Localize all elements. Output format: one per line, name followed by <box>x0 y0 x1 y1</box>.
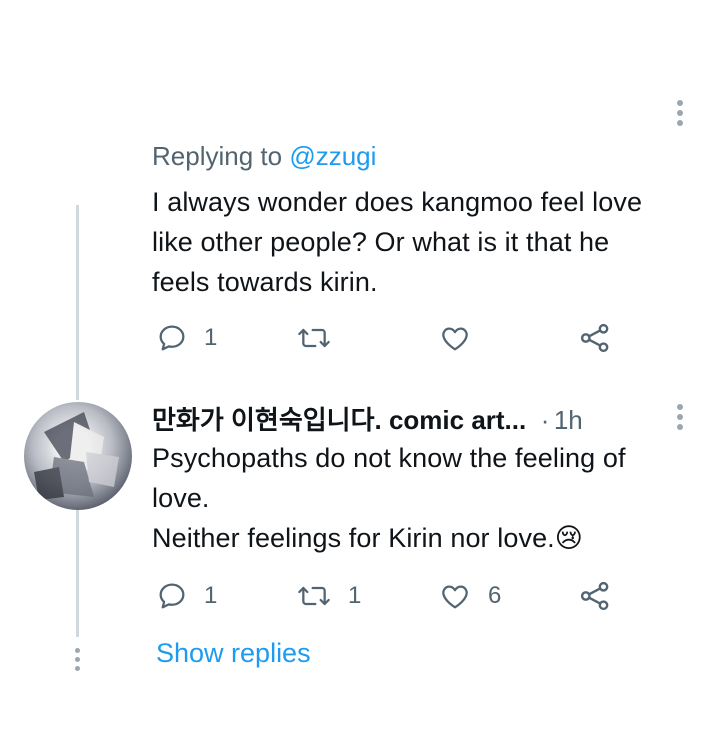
thread-line <box>76 505 79 637</box>
reply-icon <box>156 322 188 354</box>
share-button[interactable] <box>578 574 612 618</box>
tweet-text-line: Psychopaths do not know the feeling of <box>152 443 626 473</box>
retweet-icon <box>296 580 332 612</box>
thread-line <box>76 205 79 400</box>
heart-icon <box>438 580 472 612</box>
tweet-text-span: Neither feelings for Kirin nor love. <box>152 523 555 553</box>
tweet-time[interactable]: 1h <box>554 405 583 435</box>
replying-prefix: Replying to <box>152 141 283 171</box>
tweet-text: I always wonder does kangmoo feel love l… <box>152 182 642 302</box>
tweet-text-line: Neither feelings for Kirin nor love.😢 <box>152 518 626 558</box>
like-button[interactable]: 6 <box>438 574 501 618</box>
avatar-artwork-icon <box>34 412 119 500</box>
heart-icon <box>438 322 472 354</box>
retweet-button[interactable]: 1 <box>296 574 361 618</box>
thread-collapse-dots-icon <box>72 648 82 675</box>
author-name[interactable]: 만화가 이현숙입니다. comic art... <box>152 405 526 435</box>
more-options-icon[interactable] <box>675 100 685 130</box>
like-button[interactable] <box>438 316 488 360</box>
meta-separator: · <box>540 405 550 435</box>
retweet-count: 1 <box>348 582 362 609</box>
show-replies-link[interactable]: Show replies <box>156 638 311 669</box>
more-options-icon[interactable] <box>675 404 685 434</box>
like-count: 6 <box>488 582 502 609</box>
replying-to-line: Replying to @zzugi <box>152 140 376 172</box>
tweet-text-line: love. <box>152 483 210 513</box>
crying-face-emoji-icon: 😢 <box>554 523 584 553</box>
tweet-text-line: I always wonder does kangmoo feel love <box>152 187 643 217</box>
reply-icon <box>156 580 188 612</box>
retweet-button[interactable] <box>296 316 348 360</box>
reply-count: 1 <box>204 324 218 351</box>
tweet-text-line: like other people? Or what is it that he <box>152 227 610 257</box>
tweet-text-line: feels towards kirin. <box>152 267 378 297</box>
share-icon <box>578 321 612 355</box>
share-button[interactable] <box>578 316 612 360</box>
reply-button[interactable]: 1 <box>156 574 217 618</box>
tweet-header: 만화가 이현숙입니다. comic art... · 1h <box>152 400 652 437</box>
reply-button[interactable]: 1 <box>156 316 217 360</box>
avatar[interactable] <box>24 402 132 510</box>
share-icon <box>578 579 612 613</box>
replying-handle-link[interactable]: @zzugi <box>289 141 376 171</box>
retweet-icon <box>296 322 332 354</box>
tweet-text: Psychopaths do not know the feeling of l… <box>152 438 626 558</box>
reply-count: 1 <box>204 582 218 609</box>
